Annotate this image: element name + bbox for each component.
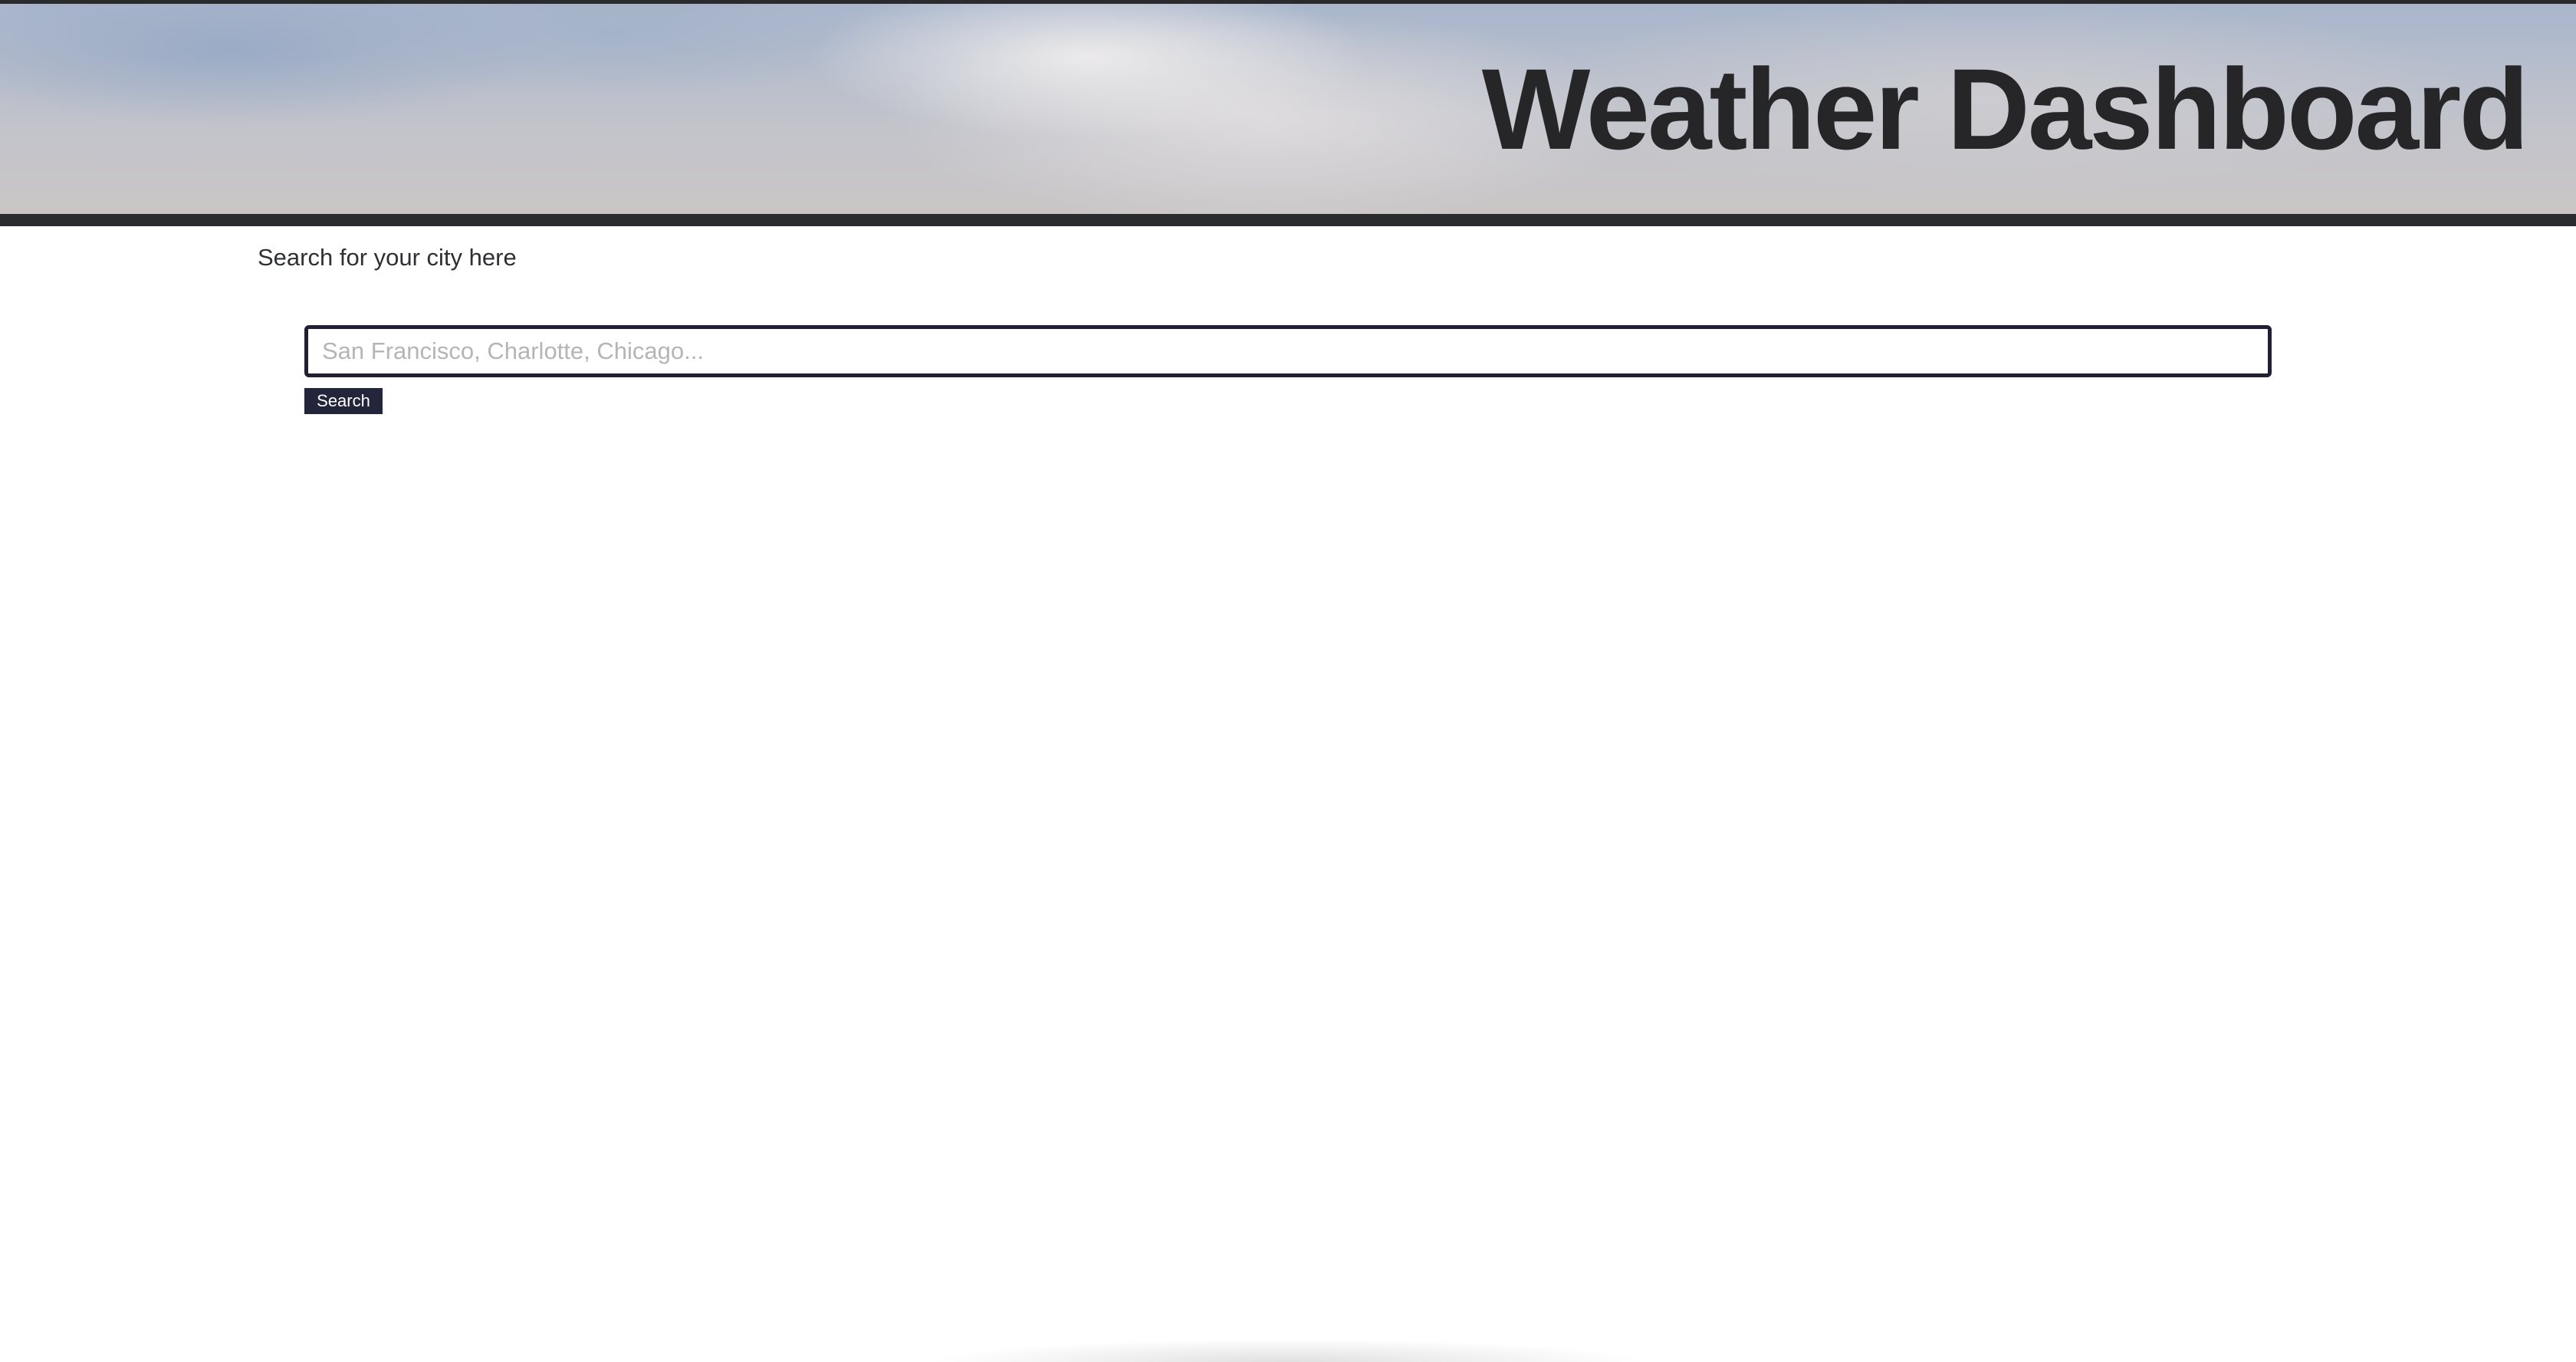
header-banner: Weather Dashboard xyxy=(0,4,2576,214)
search-button[interactable]: Search xyxy=(304,388,383,414)
city-search-input[interactable] xyxy=(304,325,2272,377)
search-label: Search for your city here xyxy=(258,244,517,271)
bottom-shadow xyxy=(813,1334,1763,1362)
page: Weather Dashboard Search for your city h… xyxy=(0,0,2576,1362)
page-title: Weather Dashboard xyxy=(1481,44,2529,173)
header-divider xyxy=(0,214,2576,226)
